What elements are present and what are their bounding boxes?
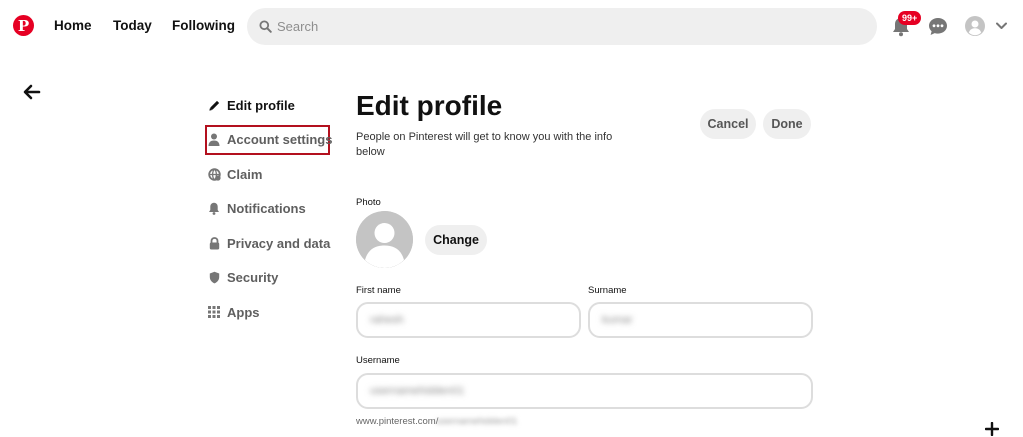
nav-home[interactable]: Home	[54, 18, 92, 33]
pencil-icon	[207, 98, 221, 112]
change-photo-button[interactable]: Change	[425, 225, 487, 255]
username-value: usernamehidden01	[370, 385, 465, 397]
bell-icon	[207, 201, 221, 215]
sidebar-item-label: Account settings	[227, 131, 333, 147]
search-input[interactable]	[277, 8, 857, 45]
sidebar-item-privacy[interactable]: Privacy and data	[207, 231, 330, 255]
plus-icon[interactable]	[985, 422, 999, 436]
photo-label: Photo	[356, 197, 381, 208]
username-label: Username	[356, 355, 400, 366]
chevron-down-icon[interactable]	[996, 22, 1007, 30]
sidebar-item-notifications[interactable]: Notifications	[207, 196, 306, 220]
shield-icon	[207, 270, 221, 284]
chat-icon[interactable]	[928, 17, 948, 36]
person-icon	[207, 132, 221, 146]
sidebar-item-security[interactable]: Security	[207, 265, 278, 289]
sidebar-item-edit-profile[interactable]: Edit profile	[207, 93, 295, 117]
nav-following[interactable]: Following	[172, 18, 235, 33]
notification-badge: 99+	[898, 11, 922, 25]
sidebar-item-label: Privacy and data	[227, 235, 331, 251]
first-name-label: First name	[356, 285, 401, 296]
sidebar-item-label: Security	[227, 269, 279, 285]
page-title: Edit profile	[356, 90, 503, 121]
claim-icon	[207, 167, 221, 181]
sidebar-item-label: Notifications	[227, 200, 306, 216]
sidebar-item-account-settings[interactable]: Account settings	[207, 127, 332, 151]
sidebar-item-apps[interactable]: Apps	[207, 300, 260, 324]
nav-today[interactable]: Today	[113, 18, 152, 33]
sidebar-item-claim[interactable]: Claim	[207, 162, 262, 186]
first-name-value: rahesh	[370, 314, 404, 326]
profile-photo-avatar	[356, 211, 413, 268]
search-icon	[259, 20, 272, 33]
page-subtitle: People on Pinterest will get to know you…	[356, 131, 613, 158]
logo-letter: P	[17, 16, 30, 35]
done-button[interactable]: Done	[763, 109, 811, 139]
profile-url-prefix: www.pinterest.com/	[356, 416, 439, 427]
sidebar-item-label: Edit profile	[227, 97, 295, 113]
pinterest-logo[interactable]: P	[13, 15, 34, 36]
surname-value: kumar	[602, 314, 633, 326]
user-avatar-icon[interactable]	[965, 16, 985, 36]
sidebar-item-label: Claim	[227, 166, 263, 182]
username-field[interactable]: usernamehidden01	[356, 373, 813, 409]
surname-label: Surname	[588, 285, 627, 296]
back-arrow-icon[interactable]	[22, 83, 42, 101]
top-header: P Home Today Following 99+	[0, 0, 1023, 54]
grid-icon	[207, 305, 221, 319]
sidebar-item-label: Apps	[227, 304, 260, 320]
surname-field[interactable]: kumar	[588, 302, 813, 338]
cancel-button[interactable]: Cancel	[700, 109, 756, 139]
profile-url-username: usernamehidden01	[436, 416, 518, 427]
first-name-field[interactable]: rahesh	[356, 302, 581, 338]
search-bar[interactable]	[247, 8, 877, 45]
lock-icon	[207, 236, 221, 250]
